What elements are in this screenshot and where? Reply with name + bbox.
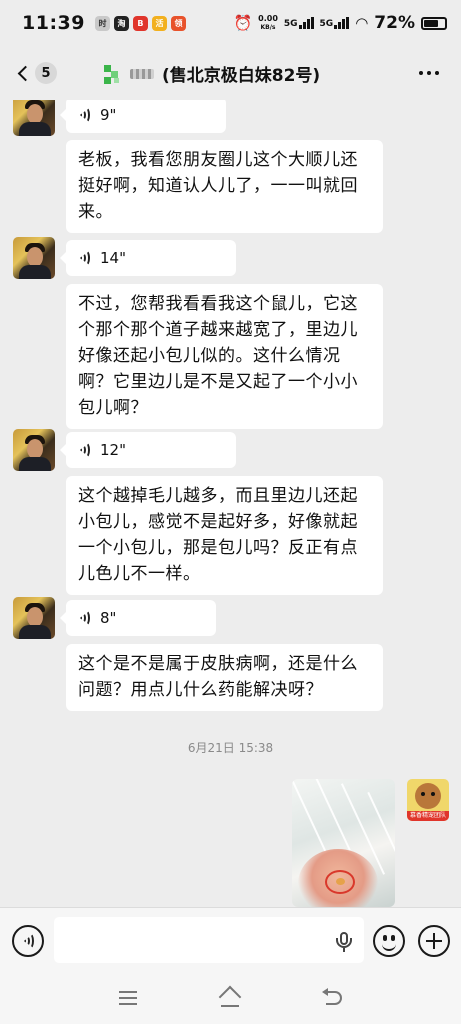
contact-avatar[interactable] (13, 237, 55, 279)
sent-photo[interactable] (292, 779, 395, 907)
voice-message[interactable]: 8" (60, 600, 216, 636)
voice-duration: 12" (100, 441, 126, 459)
voice-wave-icon (78, 610, 90, 626)
net-speed-value: 0.00 (258, 14, 278, 23)
chat-title-text: (售北京极白妹82号) (162, 66, 321, 86)
voice-duration: 14" (100, 249, 126, 267)
chat-header: 5 (售北京极白妹82号) (0, 46, 461, 100)
transcript-text[interactable]: 这个是不是属于皮肤病啊，还是什么问题？用点儿什么药能解决呀？ (66, 644, 383, 711)
voice-message[interactable]: 12" (60, 432, 236, 468)
alarm-icon: ⏰ (233, 14, 253, 32)
status-bar: 11:39 时 淘 B 活 领 ⏰ 0.00 KB/s 5G 5G ◠ 72% (0, 0, 461, 46)
self-avatar-tag: 慕香精宠团队 (407, 811, 449, 821)
redacted-name (130, 68, 154, 79)
system-back-icon[interactable] (322, 988, 342, 1007)
contact-avatar-icon (100, 63, 122, 85)
more-actions-button[interactable] (418, 925, 450, 957)
signal-bars-icon (298, 17, 314, 29)
plus-icon (426, 933, 442, 949)
voice-wave-icon (78, 442, 90, 458)
voice-message[interactable]: 14" (60, 240, 236, 276)
chat-title[interactable]: (售北京极白妹82号) (100, 61, 320, 86)
notification-icons: 时 淘 B 活 领 (94, 15, 186, 31)
contact-avatar[interactable] (13, 429, 55, 471)
unread-badge: 5 (35, 62, 57, 84)
voice-input-button[interactable] (12, 925, 44, 957)
recent-apps-icon[interactable] (119, 991, 137, 1005)
net-speed-unit: KB/s (260, 24, 276, 31)
microphone-icon[interactable] (336, 932, 352, 952)
clock-app-icon: 时 (94, 15, 110, 31)
battery-fill (424, 19, 439, 27)
contact-avatar[interactable] (13, 597, 55, 639)
voice-wave-icon (78, 250, 90, 266)
voice-message[interactable]: 9" (60, 100, 226, 133)
transcript-text[interactable]: 这个越掉毛儿越多，而且里边儿还起小包儿，感觉不是起好多，好像就起一个小包儿，那是… (66, 476, 383, 595)
self-avatar[interactable]: 慕香精宠团队 (407, 779, 449, 821)
more-options-icon[interactable] (419, 71, 439, 75)
status-time: 11:39 (22, 12, 85, 34)
chevron-left-icon (17, 65, 34, 81)
signal-1-label: 5G (283, 19, 298, 29)
signal-2: 5G (320, 17, 350, 29)
voice-duration: 8" (100, 609, 117, 627)
message-timestamp: 6月21日 15:38 (187, 741, 274, 755)
contact-avatar[interactable] (13, 100, 55, 136)
system-navigation-bar (0, 973, 461, 1024)
chat-messages[interactable]: 9" 老板，我看您朋友圈儿这个大顺儿还挺好啊，知道认人儿了，一一叫就回来。 14… (0, 100, 461, 907)
voice-duration: 9" (100, 106, 117, 124)
signal-bars-icon (334, 17, 350, 29)
voice-wave-icon (22, 933, 34, 949)
home-icon[interactable] (218, 985, 242, 1009)
signal-1: 5G (284, 17, 314, 29)
message-input[interactable] (54, 917, 364, 963)
voice-wave-icon (78, 107, 90, 123)
emoji-icon (375, 927, 403, 955)
input-bar (0, 907, 461, 973)
transcript-text[interactable]: 不过，您帮我看看我这个鼠儿，它这个那个那个道子越来越宽了，里边儿好像还起小包儿似… (66, 284, 383, 429)
photo-highlight-circle (325, 870, 355, 894)
signal-2-label: 5G (319, 19, 334, 29)
emoji-button[interactable] (373, 925, 405, 957)
orange-app-icon: 领 (170, 15, 186, 31)
transcript-text[interactable]: 老板，我看您朋友圈儿这个大顺儿还挺好啊，知道认人儿了，一一叫就回来。 (66, 140, 383, 233)
battery-percent: 72% (374, 13, 415, 33)
taobao-icon: 淘 (113, 15, 129, 31)
net-speed: 0.00 KB/s (258, 14, 278, 32)
red-app-icon: B (132, 15, 148, 31)
yellow-app-icon: 活 (151, 15, 167, 31)
wifi-icon: ◠ (355, 14, 369, 32)
back-button[interactable]: 5 (12, 62, 57, 84)
battery-icon (421, 16, 447, 30)
